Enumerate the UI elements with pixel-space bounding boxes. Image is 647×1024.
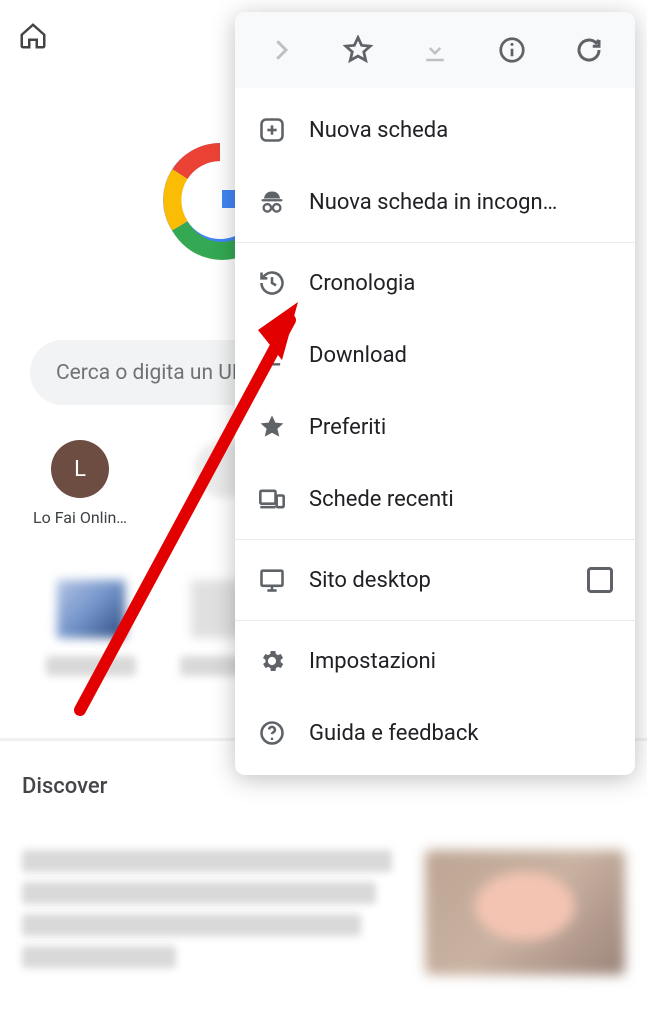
shortcut-item[interactable]: L Lo Fai Onlin…: [30, 440, 130, 527]
desktop-icon: [257, 565, 287, 595]
menu-separator: [235, 620, 635, 621]
menu-item-label: Sito desktop: [309, 568, 587, 593]
menu-toolbar: [235, 12, 635, 88]
menu-item-label: Cronologia: [309, 271, 613, 296]
menu-item-recent-tabs[interactable]: Schede recenti: [235, 463, 635, 535]
menu-item-incognito[interactable]: Nuova scheda in incogn…: [235, 166, 635, 238]
download-icon: [257, 340, 287, 370]
shortcut-label-blurred: [46, 656, 136, 676]
menu-item-downloads[interactable]: Download: [235, 319, 635, 391]
shortcut-item-blurred[interactable]: [46, 580, 136, 676]
gear-icon: [257, 646, 287, 676]
menu-item-help[interactable]: Guida e feedback: [235, 697, 635, 769]
home-icon[interactable]: [18, 21, 48, 51]
menu-list: Nuova scheda Nuova scheda in incogn… Cro…: [235, 88, 635, 775]
menu-item-new-tab[interactable]: Nuova scheda: [235, 94, 635, 166]
shortcut-thumb: [57, 580, 125, 638]
incognito-icon: [257, 187, 287, 217]
menu-item-label: Download: [309, 343, 613, 368]
bookmark-button[interactable]: [334, 26, 382, 74]
menu-item-label: Schede recenti: [309, 487, 613, 512]
menu-item-label: Impostazioni: [309, 649, 613, 674]
menu-item-desktop-site[interactable]: Sito desktop: [235, 544, 635, 616]
discover-heading: Discover: [22, 774, 107, 799]
menu-item-label: Guida e feedback: [309, 721, 613, 746]
star-filled-icon: [257, 412, 287, 442]
menu-item-bookmarks[interactable]: Preferiti: [235, 391, 635, 463]
menu-item-history[interactable]: Cronologia: [235, 247, 635, 319]
menu-separator: [235, 242, 635, 243]
menu-item-label: Preferiti: [309, 415, 613, 440]
shortcut-label: Lo Fai Onlin…: [33, 508, 127, 527]
help-icon: [257, 718, 287, 748]
plus-square-icon: [257, 115, 287, 145]
menu-separator: [235, 539, 635, 540]
overflow-menu: Nuova scheda Nuova scheda in incogn… Cro…: [235, 12, 635, 775]
feed-text-blurred: [22, 850, 407, 975]
reload-button[interactable]: [565, 26, 613, 74]
info-button[interactable]: [488, 26, 536, 74]
feed-image-blurred: [425, 850, 625, 975]
download-button[interactable]: [411, 26, 459, 74]
feed-card[interactable]: [22, 850, 625, 975]
menu-item-settings[interactable]: Impostazioni: [235, 625, 635, 697]
shortcut-label: [222, 508, 226, 527]
history-icon: [257, 268, 287, 298]
search-placeholder: Cerca o digita un URL: [56, 361, 256, 385]
shortcut-avatar: L: [51, 440, 109, 498]
devices-icon: [257, 484, 287, 514]
forward-button[interactable]: [257, 26, 305, 74]
menu-item-label: Nuova scheda: [309, 118, 613, 143]
menu-item-label: Nuova scheda in incogn…: [309, 190, 613, 215]
desktop-site-checkbox[interactable]: [587, 567, 613, 593]
